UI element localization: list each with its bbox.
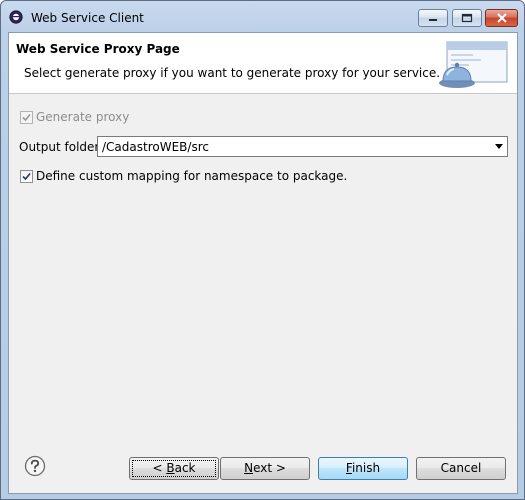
question-mark-icon[interactable]: [24, 455, 46, 477]
custom-mapping-checkbox[interactable]: [20, 170, 33, 183]
close-icon: [496, 13, 507, 23]
minimize-icon: [429, 19, 437, 21]
checkmark-icon: [22, 113, 31, 122]
window-title: Web Service Client: [31, 11, 144, 25]
maximize-icon: [461, 13, 473, 23]
wizard-banner: Web Service Proxy Page Select generate p…: [9, 33, 517, 94]
output-folder-label: Output folder: [19, 140, 100, 154]
generate-proxy-label: Generate proxy: [36, 110, 130, 124]
close-button[interactable]: [485, 9, 518, 27]
output-folder-select[interactable]: /CadastroWEB/src: [97, 136, 508, 157]
next-button-mnemonic: N: [244, 461, 254, 475]
cancel-button-label: Cancel: [440, 461, 482, 475]
dialog-window: Web Service Client Web Service Proxy Pag…: [0, 0, 525, 500]
dialog-client-area: Web Service Proxy Page Select generate p…: [8, 32, 518, 494]
next-button-label: ext >: [253, 461, 286, 475]
finish-button[interactable]: Finish: [318, 457, 408, 480]
custom-mapping-label: Define custom mapping for namespace to p…: [36, 169, 348, 183]
page-title: Web Service Proxy Page: [16, 42, 180, 56]
title-bar[interactable]: Web Service Client: [1, 1, 524, 33]
next-button[interactable]: Next >: [220, 457, 310, 480]
maximize-button[interactable]: [452, 9, 482, 27]
generate-proxy-checkbox[interactable]: [20, 111, 33, 124]
checkmark-icon: [22, 172, 31, 181]
finish-button-label: inish: [351, 461, 381, 475]
chevron-down-icon: [495, 144, 503, 149]
output-folder-value: /CadastroWEB/src: [102, 140, 209, 154]
back-button[interactable]: < Back: [129, 457, 219, 480]
focus-ring: [132, 460, 216, 477]
eclipse-app-icon: [9, 10, 23, 24]
page-description: Select generate proxy if you want to gen…: [24, 66, 441, 80]
minimize-button[interactable]: [418, 9, 448, 27]
cancel-button[interactable]: Cancel: [416, 457, 506, 480]
service-bell-window-graphic: [439, 41, 508, 88]
